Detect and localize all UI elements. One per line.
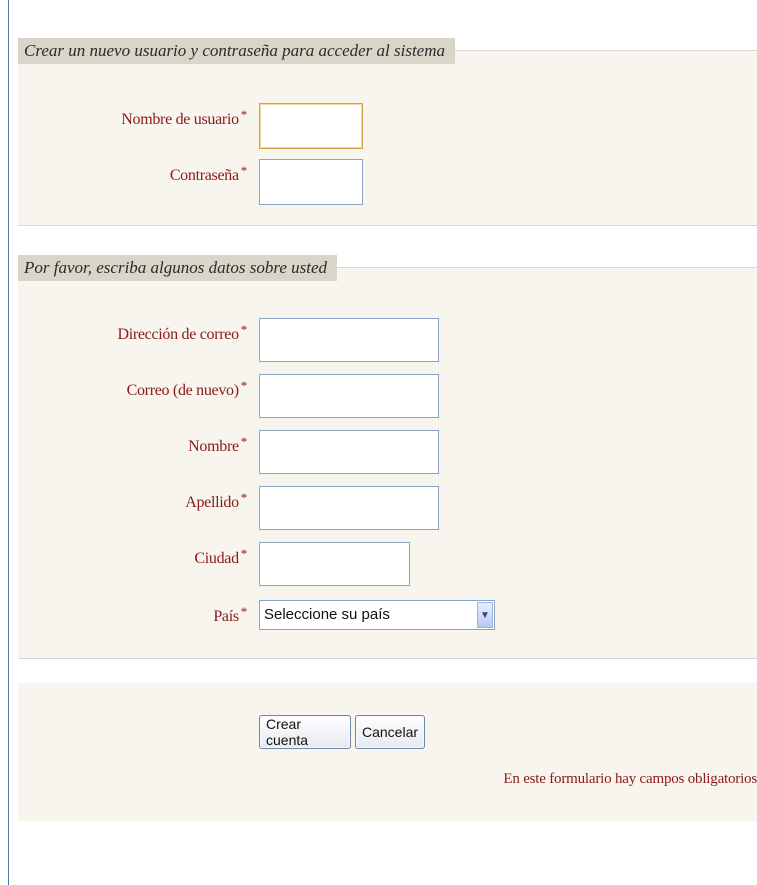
username-label: Nombre de usuario *: [121, 107, 248, 128]
lastname-input[interactable]: [259, 486, 439, 530]
cancel-button[interactable]: Cancelar: [355, 715, 425, 749]
country-row: País * Seleccione su país ▼: [18, 600, 757, 634]
city-row: Ciudad *: [18, 542, 757, 586]
required-marker: *: [240, 434, 248, 449]
required-fields-note: En este formulario hay campos obligatori…: [503, 771, 757, 787]
email-confirm-label: Correo (de nuevo) *: [126, 378, 248, 399]
username-row: Nombre de usuario *: [18, 103, 757, 149]
required-marker: *: [240, 378, 248, 393]
email-row: Dirección de correo *: [18, 318, 757, 362]
create-account-button[interactable]: Crear cuenta: [259, 715, 351, 749]
account-legend: Crear un nuevo usuario y contraseña para…: [18, 38, 456, 64]
details-fieldset: Por favor, escriba algunos datos sobre u…: [18, 255, 757, 659]
required-marker: *: [240, 163, 248, 178]
password-row: Contraseña *: [18, 159, 757, 205]
required-marker: *: [240, 546, 248, 561]
city-label: Ciudad *: [194, 546, 248, 567]
email-confirm-row: Correo (de nuevo) *: [18, 374, 757, 418]
required-marker: *: [240, 604, 248, 619]
password-input[interactable]: [259, 159, 363, 205]
country-select-value: Seleccione su país: [264, 606, 390, 623]
username-input[interactable]: [259, 103, 363, 149]
required-marker: *: [240, 490, 248, 505]
firstname-row: Nombre *: [18, 430, 757, 474]
email-confirm-input[interactable]: [259, 374, 439, 418]
lastname-label: Apellido *: [185, 490, 248, 511]
chevron-down-icon[interactable]: ▼: [477, 602, 493, 628]
country-label: País *: [213, 604, 248, 625]
account-fieldset: Crear un nuevo usuario y contraseña para…: [18, 38, 757, 226]
details-legend: Por favor, escriba algunos datos sobre u…: [18, 255, 338, 281]
lastname-row: Apellido *: [18, 486, 757, 530]
required-marker: *: [240, 322, 248, 337]
actions-panel: Crear cuenta Cancelar En este formulario…: [18, 683, 757, 821]
required-marker: *: [240, 107, 248, 122]
email-input[interactable]: [259, 318, 439, 362]
firstname-label: Nombre *: [188, 434, 248, 455]
country-select[interactable]: Seleccione su país ▼: [259, 600, 495, 630]
email-label: Dirección de correo *: [117, 322, 248, 343]
firstname-input[interactable]: [259, 430, 439, 474]
password-label: Contraseña *: [169, 163, 248, 184]
city-input[interactable]: [259, 542, 410, 586]
